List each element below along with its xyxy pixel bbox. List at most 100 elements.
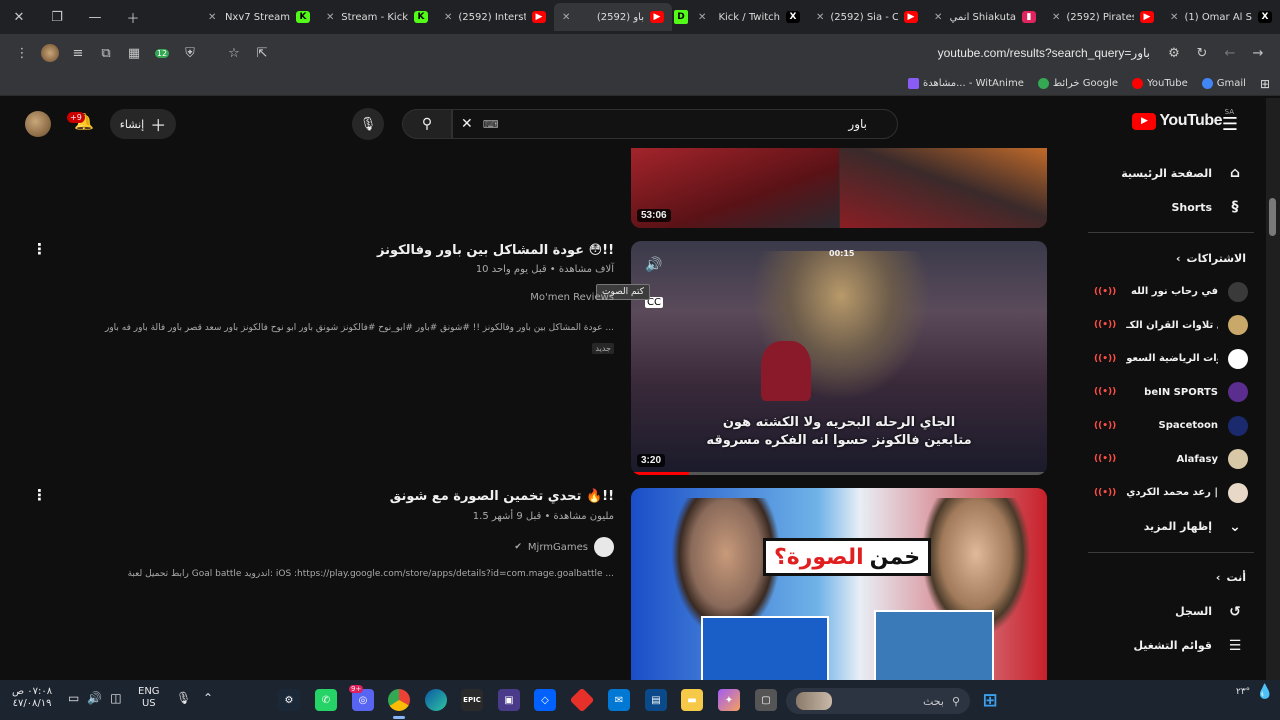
sidebar-item-history[interactable]: ↺ السجل xyxy=(1076,595,1266,629)
sidebar-subscription[interactable]: Spacetoon ((•)) xyxy=(1076,409,1266,443)
app-window-icon[interactable]: ▢ xyxy=(755,689,777,711)
reload-icon[interactable]: ↻ xyxy=(1188,39,1216,67)
close-tab-icon[interactable]: ✕ xyxy=(562,12,570,23)
sidebar-subscription[interactable]: أجمل تلاوات القرآن الكـ... ((•)) xyxy=(1076,309,1266,343)
show-more-button[interactable]: ⌄ إظهار المزيد xyxy=(1076,510,1266,544)
taskbar-search[interactable]: ⚲ بحث xyxy=(786,688,970,714)
video-title[interactable]: عودة المشاكل بين باور وفالكونز 😳!! xyxy=(377,243,614,258)
close-tab-icon[interactable]: ✕ xyxy=(444,12,452,23)
browser-tab[interactable]: X (1) Omar Al S ✕ xyxy=(1162,3,1280,31)
browser-tab[interactable]: K Nxv7 Stream ✕ xyxy=(200,3,318,31)
network-icon[interactable]: ◫ xyxy=(110,692,121,704)
browser-tab[interactable]: ▶ (2592) Sia - C ✕ xyxy=(808,3,926,31)
show-hidden-icons[interactable]: ⌃ xyxy=(203,692,213,704)
sidebar-item-home[interactable]: ⌂ الصفحة الرئيسية xyxy=(1076,156,1266,190)
copilot-icon[interactable]: ✦ xyxy=(718,689,740,711)
search-input[interactable]: ✕ ⌨ باور xyxy=(452,109,898,139)
youtube-logo[interactable]: ▶ YouTube SA xyxy=(1132,108,1234,130)
sidebar-subscription[interactable]: beIN SPORTS ((•)) xyxy=(1076,376,1266,410)
sidebar-subscription[interactable]: Alafasy ((•)) xyxy=(1076,443,1266,477)
video-thumbnail[interactable]: 00:15 الجاي الرحله البحريه ولا الكشته هو… xyxy=(631,241,1047,475)
browser-tab[interactable]: ▶ (2592) Intersta ✕ xyxy=(436,3,554,31)
file-explorer-icon[interactable]: ▬ xyxy=(681,689,703,711)
close-tab-icon[interactable]: ✕ xyxy=(1170,12,1178,23)
extension-badge-icon[interactable]: 12 xyxy=(148,39,176,67)
progress-bar[interactable] xyxy=(631,472,1047,475)
outlook-icon[interactable]: ✉ xyxy=(608,689,630,711)
new-tab-icon[interactable]: ＋ xyxy=(114,0,152,34)
reading-list-icon[interactable]: ≡ xyxy=(64,39,92,67)
close-window-icon[interactable]: ✕ xyxy=(0,0,38,34)
video-thumbnail[interactable]: خمن الصورة؟ xyxy=(631,488,1047,680)
site-settings-icon[interactable]: ⚙ xyxy=(1160,39,1188,67)
account-avatar[interactable] xyxy=(25,111,51,137)
search-button[interactable]: ⚲ xyxy=(402,109,452,139)
video-channel[interactable]: ✔ MjrmGames xyxy=(514,537,614,557)
close-tab-icon[interactable]: ✕ xyxy=(326,12,334,23)
create-button[interactable]: إنشاء ＋ xyxy=(110,109,176,139)
bookmark-youtube[interactable]: YouTube xyxy=(1132,78,1188,89)
back-icon[interactable]: ← xyxy=(1216,39,1244,67)
close-tab-icon[interactable]: ✕ xyxy=(1052,12,1060,23)
you-heading[interactable]: أنت ‹ xyxy=(1076,561,1266,595)
browser-tab[interactable]: ▶ (2592) باو ✕ xyxy=(554,3,672,31)
sidebar-item-shorts[interactable]: § Shorts xyxy=(1076,190,1266,224)
bookmark-star-icon[interactable]: ☆ xyxy=(220,39,248,67)
scrollbar-thumb[interactable] xyxy=(1269,198,1276,236)
language-indicator[interactable]: ENG US xyxy=(138,686,160,710)
epic-games-icon[interactable]: EPIC xyxy=(461,689,483,711)
video-title[interactable]: تحدي تخمين الصورة مع شونق 🔥!! xyxy=(390,489,614,504)
close-tab-icon[interactable]: ✕ xyxy=(208,12,216,23)
video-thumbnail[interactable]: 53:06 xyxy=(631,148,1047,228)
battery-icon[interactable]: ▭ xyxy=(68,692,79,704)
profile-avatar-icon[interactable] xyxy=(36,39,64,67)
hamburger-menu-icon[interactable]: ☰ xyxy=(1222,114,1238,135)
shield-icon[interactable]: ⛨ xyxy=(176,39,204,67)
video-more-options-icon[interactable]: ⋮ xyxy=(32,240,47,258)
weather-widget[interactable]: ٢٣° 💧 xyxy=(1236,685,1274,699)
restore-window-icon[interactable]: ❐ xyxy=(38,0,76,34)
video-more-options-icon[interactable]: ⋮ xyxy=(32,486,47,504)
close-tab-icon[interactable]: ✕ xyxy=(934,12,942,23)
bookmark-gmail[interactable]: Gmail xyxy=(1201,78,1246,89)
whatsapp-icon[interactable]: ✆ xyxy=(315,689,337,711)
browser-tab[interactable]: X Kick / Twitch ✕ xyxy=(690,3,808,31)
sidebar-item-playlists[interactable]: ☰ قوائم التشغيل xyxy=(1076,629,1266,663)
close-tab-icon[interactable]: ✕ xyxy=(816,12,824,23)
bookmark-maps[interactable]: خرائط Google xyxy=(1037,78,1118,89)
minimize-window-icon[interactable]: — xyxy=(76,0,114,34)
extensions-icon[interactable]: ⧉ xyxy=(92,39,120,67)
close-tab-icon[interactable]: ✕ xyxy=(698,12,706,23)
app-icon[interactable]: ▣ xyxy=(498,689,520,711)
store-icon[interactable]: ▤ xyxy=(645,689,667,711)
more-menu-icon[interactable]: ⋮ xyxy=(8,39,36,67)
steam-icon[interactable]: ⚙ xyxy=(278,689,300,711)
sidebar-subscription[interactable]: القنوات الرياضية السعو... ((•)) xyxy=(1076,342,1266,376)
browser-tab[interactable]: ▮ انمي Shiakuta ✕ xyxy=(926,3,1044,31)
video-channel[interactable]: Mo'men Reviews xyxy=(530,292,614,303)
volume-icon[interactable]: 🔊 xyxy=(87,692,102,704)
mute-icon[interactable]: 🔊 xyxy=(645,257,662,273)
sidebar-subscription[interactable]: رعد محمد الكردي | di... ((•)) xyxy=(1076,476,1266,510)
sidebar-subscription[interactable]: في رحاب نور الله ((•)) xyxy=(1076,275,1266,309)
windows-start-icon[interactable]: ⊞ xyxy=(979,689,1001,711)
clear-search-icon[interactable]: ✕ xyxy=(461,116,473,132)
keyboard-icon[interactable]: ⌨ xyxy=(483,118,499,131)
install-app-icon[interactable]: ⇱ xyxy=(248,39,276,67)
page-scrollbar[interactable] xyxy=(1266,98,1280,680)
browser-tab[interactable]: K Stream - Kick ✕ xyxy=(318,3,436,31)
forward-icon[interactable]: → xyxy=(1244,39,1272,67)
dropbox-icon[interactable]: ◇ xyxy=(534,689,556,711)
mic-tray-icon[interactable]: 🎙 xyxy=(176,692,191,704)
voice-search-button[interactable]: 🎙 xyxy=(352,108,384,140)
chrome-icon[interactable] xyxy=(388,689,410,711)
tab-extension-icon[interactable]: D xyxy=(674,10,688,24)
clock[interactable]: ٠٧:٠٨ ص ٤٧/٠٨/١٩ xyxy=(12,686,52,710)
browser-tab[interactable]: ▶ (2592) Pirates ✕ xyxy=(1044,3,1162,31)
subscriptions-heading[interactable]: الاشتراكات ‹ xyxy=(1076,241,1266,275)
url-field[interactable]: youtube.com/results?search_query=باور xyxy=(276,46,1160,60)
bookmark-witanime[interactable]: مشاهدة... - WitAnime xyxy=(908,78,1024,89)
extension-icon[interactable]: ▦ xyxy=(120,39,148,67)
apps-grid-icon[interactable]: ⊞ xyxy=(1260,77,1270,91)
edge-icon[interactable] xyxy=(425,689,447,711)
